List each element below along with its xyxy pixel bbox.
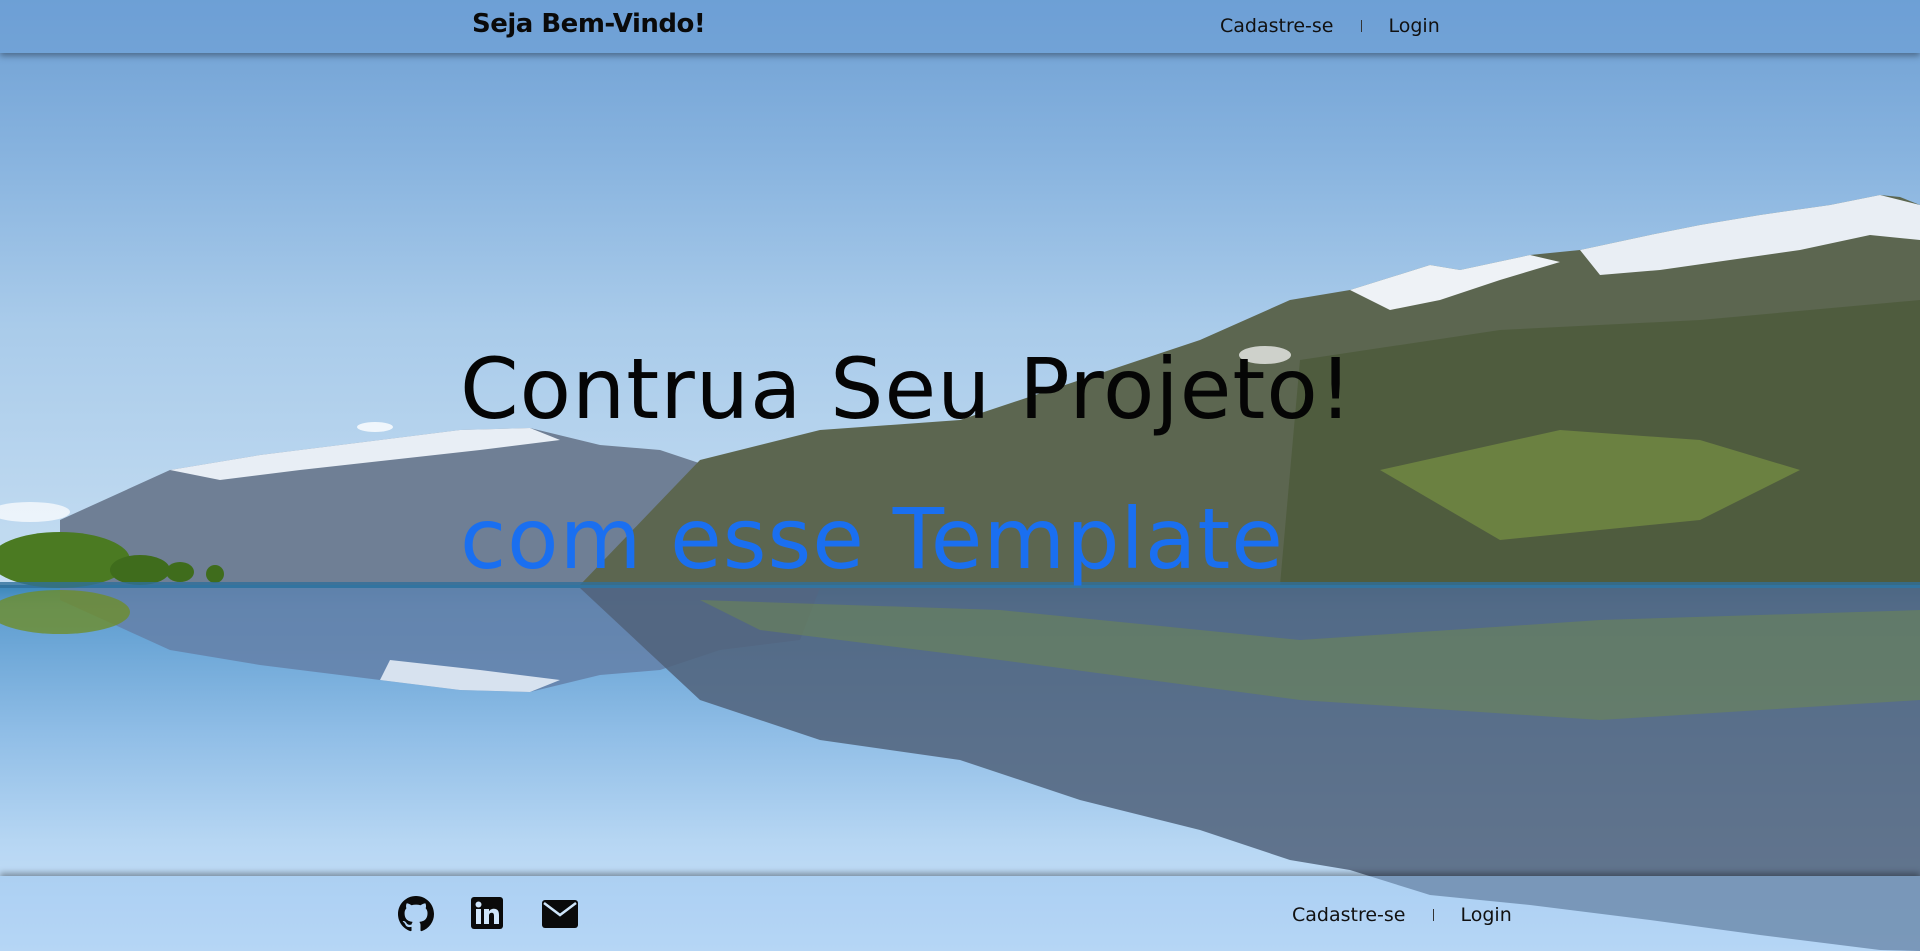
linkedin-icon[interactable] (470, 896, 506, 932)
nav-divider (1360, 20, 1362, 32)
email-icon[interactable] (542, 896, 578, 932)
hero-subtitle: com esse Template (460, 490, 1284, 588)
footer-nav-divider (1432, 909, 1434, 921)
footer-signup-link[interactable]: Cadastre-se (1292, 904, 1406, 926)
brand-title[interactable]: Seja Bem-Vindo! (472, 9, 706, 39)
footer-login-link[interactable]: Login (1461, 904, 1512, 926)
login-link[interactable]: Login (1389, 15, 1440, 37)
github-icon[interactable] (398, 896, 434, 932)
footer-nav-links: Cadastre-se Login (1292, 904, 1512, 926)
signup-link[interactable]: Cadastre-se (1220, 15, 1334, 37)
top-nav-links: Cadastre-se Login (1220, 15, 1440, 37)
social-links (398, 896, 578, 932)
top-navbar: Seja Bem-Vindo! Cadastre-se Login (0, 0, 1920, 53)
footer-bar: Cadastre-se Login (0, 876, 1920, 951)
hero-title: Contrua Seu Projeto! (460, 340, 1354, 438)
background-image (0, 0, 1920, 951)
mountain-scenery (0, 195, 1920, 951)
